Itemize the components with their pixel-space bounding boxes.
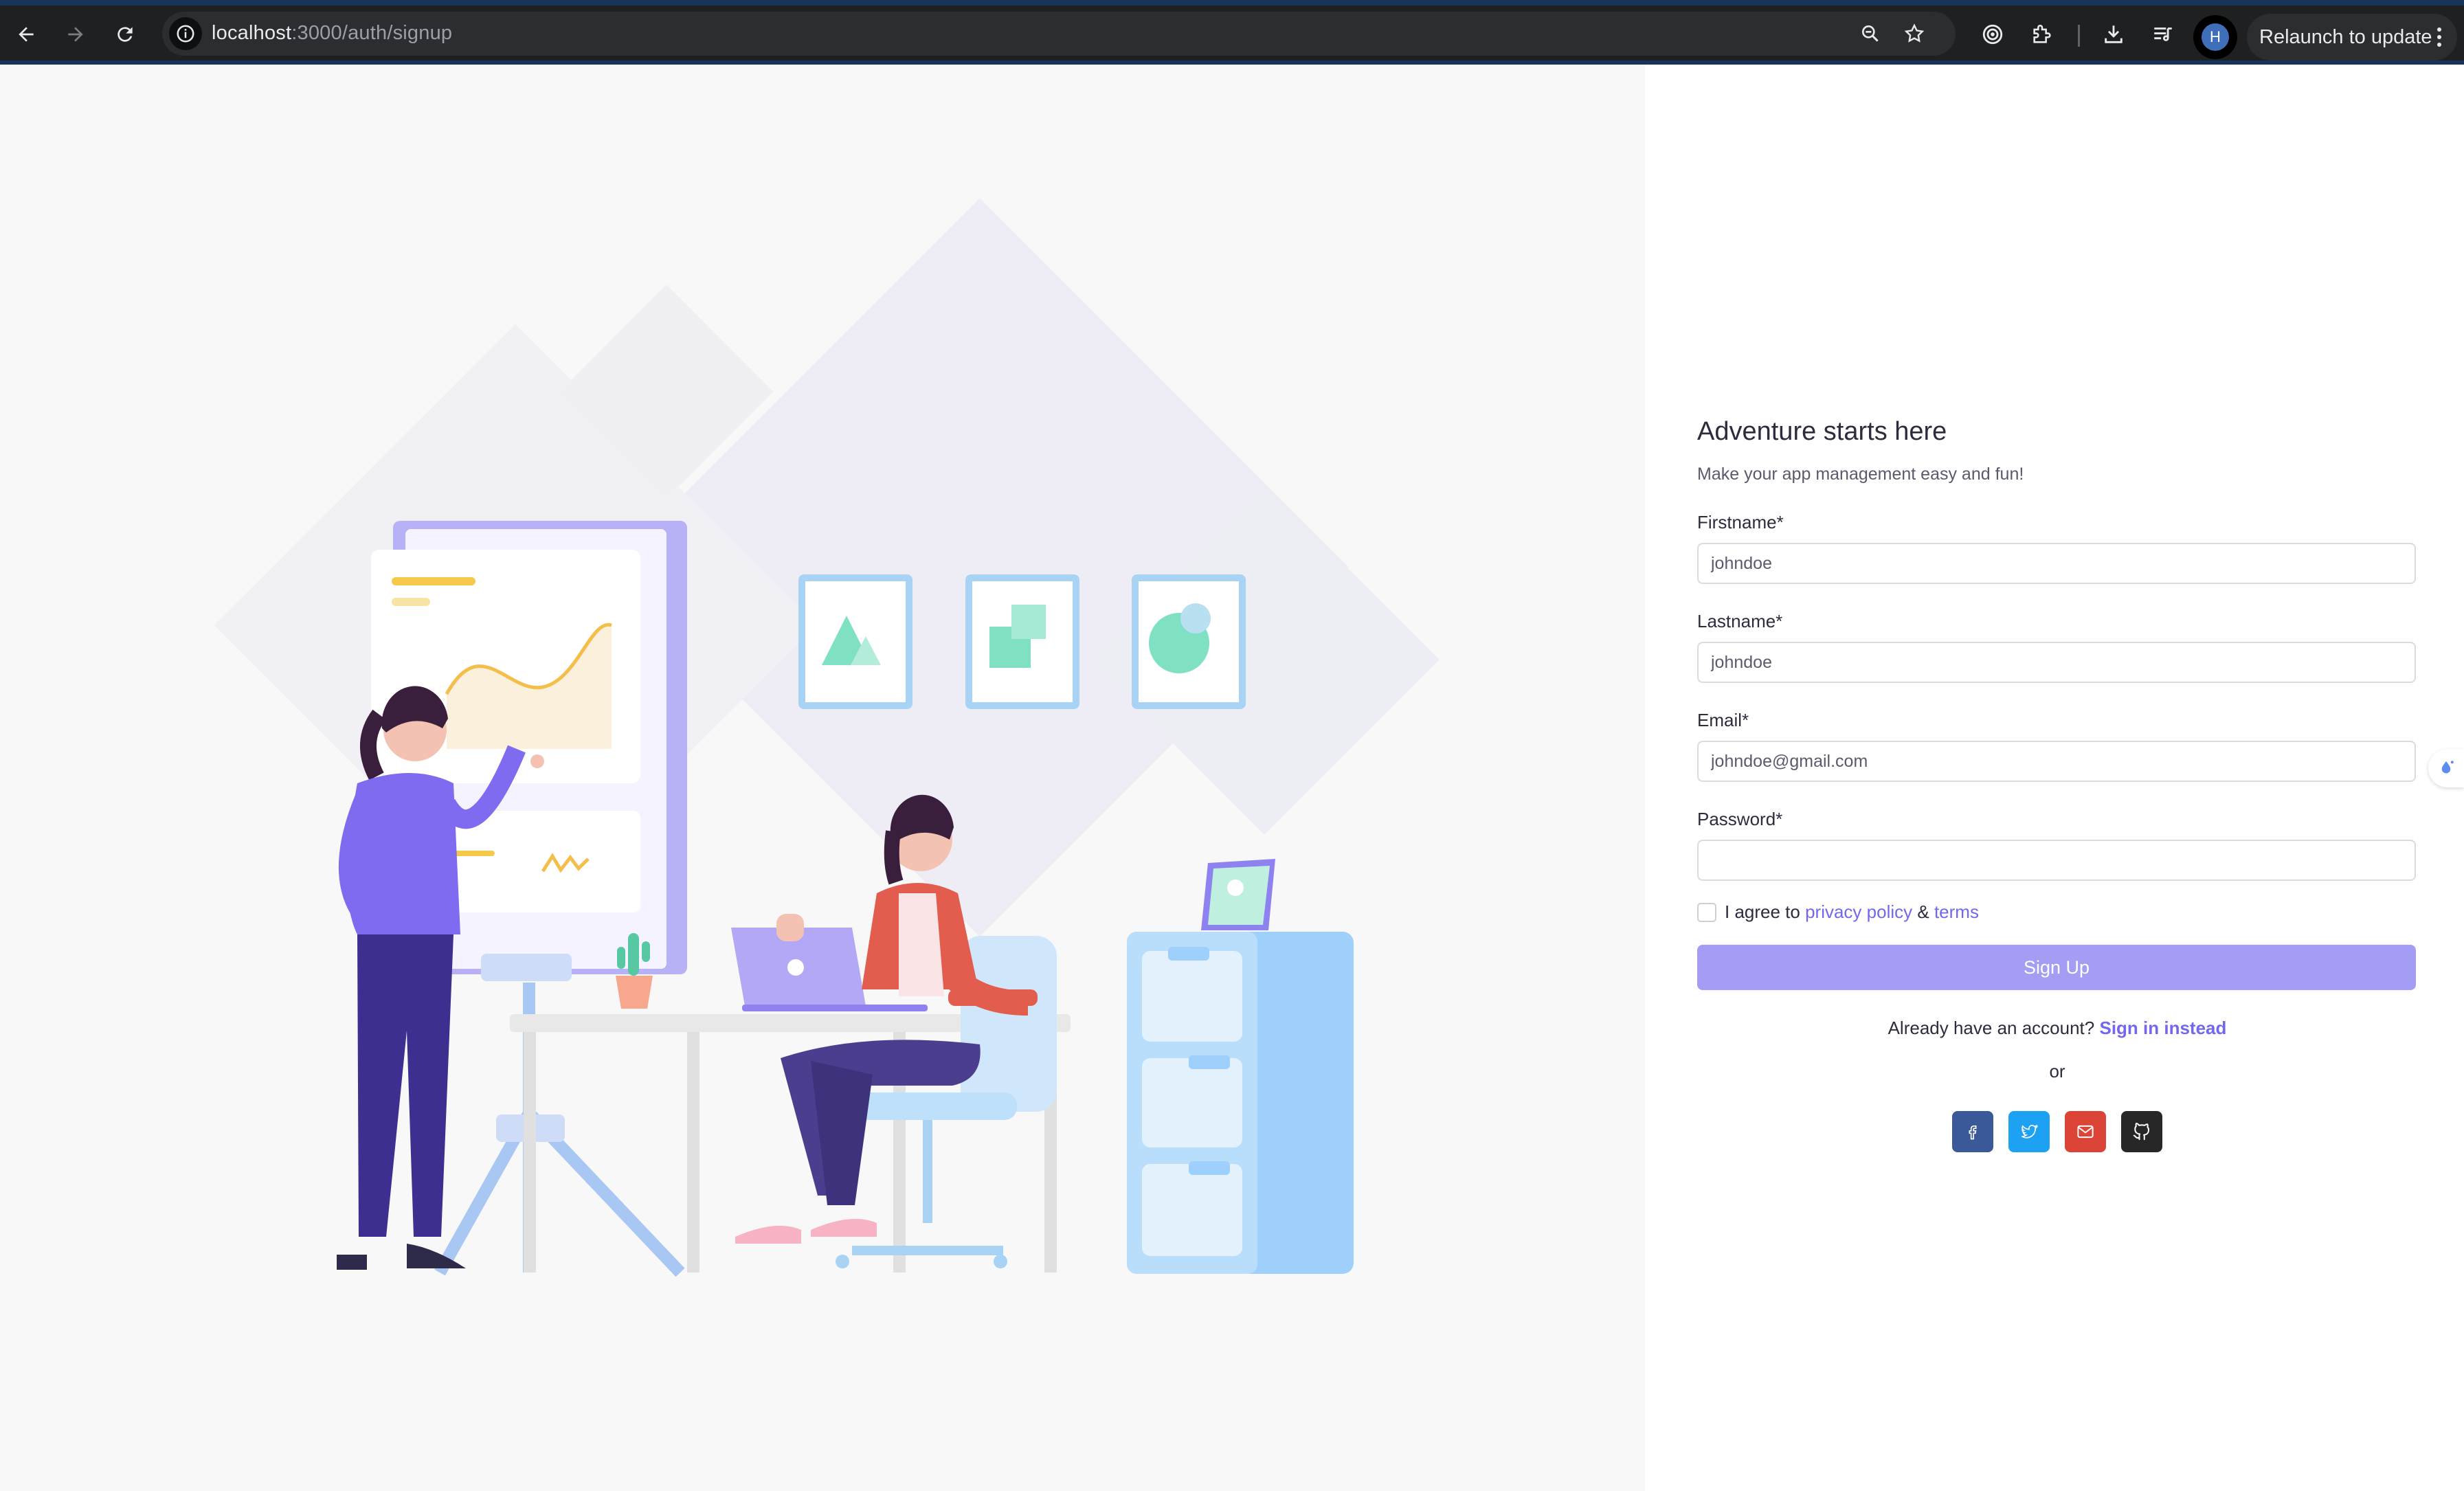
page-subtitle: Make your app management easy and fun! — [1697, 464, 2024, 484]
password-group: Password* — [1697, 808, 2417, 881]
menu-kebab-icon — [2437, 27, 2441, 47]
frame-circle — [1132, 574, 1246, 709]
signup-form: Adventure starts here Make your app mana… — [1697, 415, 2417, 1152]
firstname-label: Firstname* — [1697, 512, 1784, 532]
back-button[interactable] — [10, 18, 43, 51]
forward-button[interactable] — [59, 18, 92, 51]
page-title: Adventure starts here — [1697, 417, 1947, 446]
reload-button[interactable] — [109, 18, 142, 51]
terms-agreement: I agree to privacy policy & terms — [1697, 901, 2417, 923]
twitter-icon — [2021, 1124, 2039, 1139]
browser-toolbar: localhost:3000/auth/signup H Relaunch to… — [0, 0, 2464, 65]
profile-avatar[interactable]: H — [2193, 15, 2237, 59]
signin-prompt: Already have an account? Sign in instead — [1697, 1018, 2417, 1039]
forward-arrow-icon — [68, 27, 83, 42]
ampersand: & — [1912, 901, 1934, 922]
download-icon[interactable] — [2097, 18, 2130, 51]
lastname-group: Lastname* — [1697, 610, 2417, 683]
url-text: localhost:3000/auth/signup — [212, 22, 453, 44]
lastname-label: Lastname* — [1697, 611, 1783, 631]
google-mail-button[interactable] — [2065, 1111, 2106, 1152]
mail-icon — [2077, 1125, 2094, 1139]
password-label: Password* — [1697, 809, 1783, 829]
bookmark-star-icon[interactable] — [1898, 17, 1931, 50]
twitter-button[interactable] — [2008, 1111, 2050, 1152]
signup-panel: Adventure starts here Make your app mana… — [1645, 65, 2464, 1491]
terms-checkbox[interactable] — [1697, 902, 1716, 922]
illustration-panel — [0, 65, 1645, 1491]
facebook-button[interactable] — [1952, 1111, 1993, 1152]
github-icon — [2133, 1122, 2149, 1141]
lastname-input[interactable] — [1697, 642, 2416, 683]
terms-link[interactable]: terms — [1934, 901, 1979, 923]
profile-initial: H — [2202, 23, 2229, 51]
social-login-row — [1697, 1111, 2417, 1152]
password-input[interactable] — [1697, 840, 2416, 881]
frame-mountain — [798, 574, 912, 709]
reload-icon — [117, 27, 133, 42]
site-info-icon[interactable] — [169, 17, 202, 50]
email-label: Email* — [1697, 710, 1749, 730]
relaunch-button[interactable]: Relaunch to update — [2247, 14, 2457, 60]
signup-illustration — [214, 198, 1440, 1277]
address-bar[interactable]: localhost:3000/auth/signup — [162, 12, 1956, 56]
extensions-puzzle-icon[interactable] — [2026, 18, 2059, 51]
relaunch-label: Relaunch to update — [2259, 25, 2432, 48]
signup-button[interactable]: Sign Up — [1697, 945, 2416, 990]
agree-prefix: I agree to — [1725, 901, 1806, 922]
customizer-toggle[interactable] — [2428, 749, 2464, 787]
zoom-icon[interactable] — [1854, 17, 1887, 50]
or-divider: or — [2049, 1061, 2065, 1081]
media-queue-icon[interactable] — [2147, 18, 2180, 51]
facebook-icon — [1969, 1125, 1977, 1140]
toolbar-separator — [2078, 25, 2080, 47]
back-arrow-icon — [19, 27, 34, 42]
firstname-group: Firstname* — [1697, 511, 2417, 584]
firstname-input[interactable] — [1697, 543, 2416, 584]
theme-drop-icon — [2441, 761, 2454, 774]
email-group: Email* — [1697, 709, 2417, 782]
github-button[interactable] — [2121, 1111, 2162, 1152]
privacy-policy-link[interactable]: privacy policy — [1805, 901, 1912, 923]
frame-squares — [965, 574, 1079, 709]
extension-target-icon[interactable] — [1976, 18, 2009, 51]
email-input[interactable] — [1697, 741, 2416, 782]
already-text: Already have an account? — [1888, 1018, 2095, 1038]
signin-link[interactable]: Sign in instead — [2099, 1018, 2226, 1038]
file-cabinet — [1127, 859, 1354, 1274]
